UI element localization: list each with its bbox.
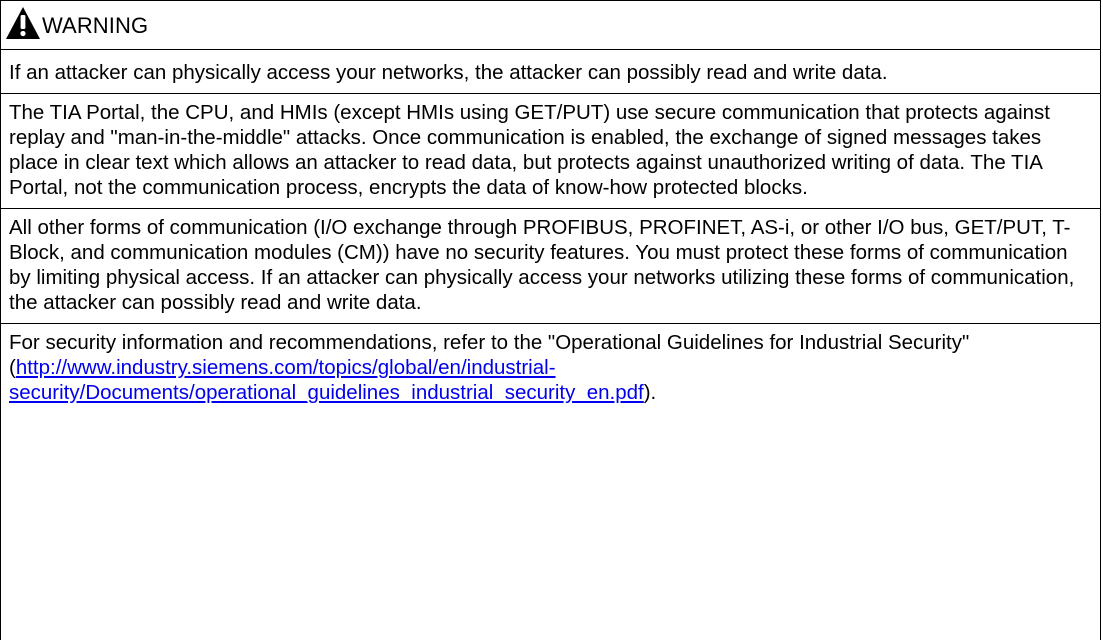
signal-word: WARNING: [42, 13, 149, 38]
paragraph-secure-communication: The TIA Portal, the CPU, and HMIs (excep…: [1, 94, 1100, 209]
warning-triangle-icon: [5, 6, 41, 40]
warning-notice: WARNING If an attacker can physically ac…: [0, 0, 1101, 640]
lead-statement: If an attacker can physically access you…: [1, 60, 1100, 94]
reference-suffix: ).: [643, 381, 657, 404]
paragraph-other-communication: All other forms of communication (I/O ex…: [1, 209, 1100, 324]
notice-body: If an attacker can physically access you…: [1, 50, 1100, 413]
notice-header: WARNING: [1, 1, 1100, 50]
paragraph-security-reference: For security information and recommendat…: [1, 324, 1100, 413]
guidelines-link[interactable]: http://www.industry.siemens.com/topics/g…: [9, 356, 644, 404]
